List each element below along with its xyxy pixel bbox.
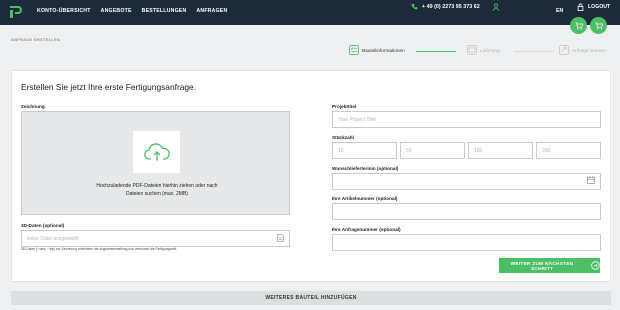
main-nav: KONTO-ÜBERSICHT ANGEBOTE BESTELLUNGEN AN… (37, 8, 227, 14)
form-title: Erstellen Sie jetzt Ihre erste Fertigung… (21, 82, 197, 92)
logo-icon[interactable] (9, 5, 22, 19)
3d-data-file-input[interactable] (21, 230, 290, 247)
next-step-button[interactable]: WEITER ZUM NÄCHSTEN SCHRITT (499, 258, 600, 273)
phone-contact[interactable]: + 49 (0) 2273 95 373 62 (411, 3, 480, 10)
phone-number: + 49 (0) 2273 95 373 62 (422, 3, 480, 10)
logout-button[interactable]: LOGOUT (577, 3, 610, 11)
user-icon[interactable] (492, 3, 500, 11)
add-part-label: WEITERES BAUTEIL HINZUFÜGEN (265, 295, 357, 301)
file-icon[interactable] (277, 234, 284, 242)
quantity-input-2[interactable] (400, 142, 465, 159)
step-part-info[interactable]: Bauteilinformationen (349, 45, 405, 55)
quantity-label: Stückzahl (332, 135, 354, 140)
delivery-date-input[interactable] (332, 173, 601, 190)
3d-data-label: 3D-Daten (optional) (21, 223, 65, 228)
dropzone-text: Hochzuladende PDF-Dateien hierhin ziehen… (96, 183, 218, 197)
delivery-icon (467, 45, 477, 55)
cloud-upload-icon (143, 143, 170, 161)
quantity-input-4[interactable] (536, 142, 601, 159)
step-label: Lieferung (480, 47, 500, 53)
step-label: Bauteilinformationen (362, 47, 405, 53)
request-number-input[interactable] (332, 234, 601, 251)
upload-tile (133, 131, 180, 173)
request-form-card: Erstellen Sie jetzt Ihre erste Fertigung… (11, 70, 611, 282)
step-connector (416, 51, 456, 52)
quantity-input-1[interactable] (332, 142, 397, 159)
list-check-icon (349, 45, 359, 55)
project-title-label: Projekttitel (332, 104, 357, 109)
project-title-input[interactable] (332, 111, 601, 128)
progress-steps: Bauteilinformationen Lieferung Anfrage s… (349, 45, 614, 57)
calendar-icon[interactable] (587, 176, 595, 184)
drawing-dropzone[interactable]: Hochzuladende PDF-Dateien hierhin ziehen… (21, 111, 290, 215)
drawing-label: Zeichnung (21, 104, 45, 109)
next-step-label: WEITER ZUM NÄCHSTEN SCHRITT (510, 260, 574, 271)
nav-item-requests[interactable]: ANFRAGEN (196, 8, 227, 14)
request-number-label: Ihre Anfragenummer (optional) (332, 227, 401, 232)
logout-label: LOGOUT (588, 4, 611, 10)
send-request-icon (559, 45, 569, 55)
phone-icon (411, 3, 418, 10)
step-connector (514, 51, 554, 52)
article-number-label: Ihre Artikelnummer (optional) (332, 196, 398, 201)
add-part-button[interactable]: WEITERES BAUTEIL HINZUFÜGEN (11, 291, 611, 305)
article-number-input[interactable] (332, 203, 601, 220)
cart-button[interactable] (570, 17, 587, 34)
breadcrumb: ANFRAGE ERSTELLEN (11, 37, 60, 42)
arrow-right-circle-icon (591, 261, 600, 270)
step-delivery[interactable]: Lieferung (467, 45, 500, 55)
delivery-date-label: Wunschliefertermin (optional) (332, 166, 399, 171)
nav-item-orders[interactable]: BESTELLUNGEN (142, 8, 187, 14)
nav-item-offers[interactable]: ANGEBOTE (101, 8, 132, 14)
cart-icon (574, 21, 583, 29)
3d-data-hint: 3D-Daten (*.step, *.stp) zur Zeichnung e… (21, 247, 178, 251)
quantity-input-3[interactable] (468, 142, 533, 159)
cart-icon (594, 21, 603, 29)
language-switch[interactable]: EN (556, 8, 563, 14)
cart-checkout-button[interactable] (590, 17, 607, 34)
nav-item-account-overview[interactable]: KONTO-ÜBERSICHT (37, 8, 91, 14)
step-send-request[interactable]: Anfrage senden (559, 45, 605, 55)
lock-icon (577, 3, 584, 11)
step-label: Anfrage senden (572, 47, 606, 53)
top-navbar: KONTO-ÜBERSICHT ANGEBOTE BESTELLUNGEN AN… (0, 0, 620, 25)
